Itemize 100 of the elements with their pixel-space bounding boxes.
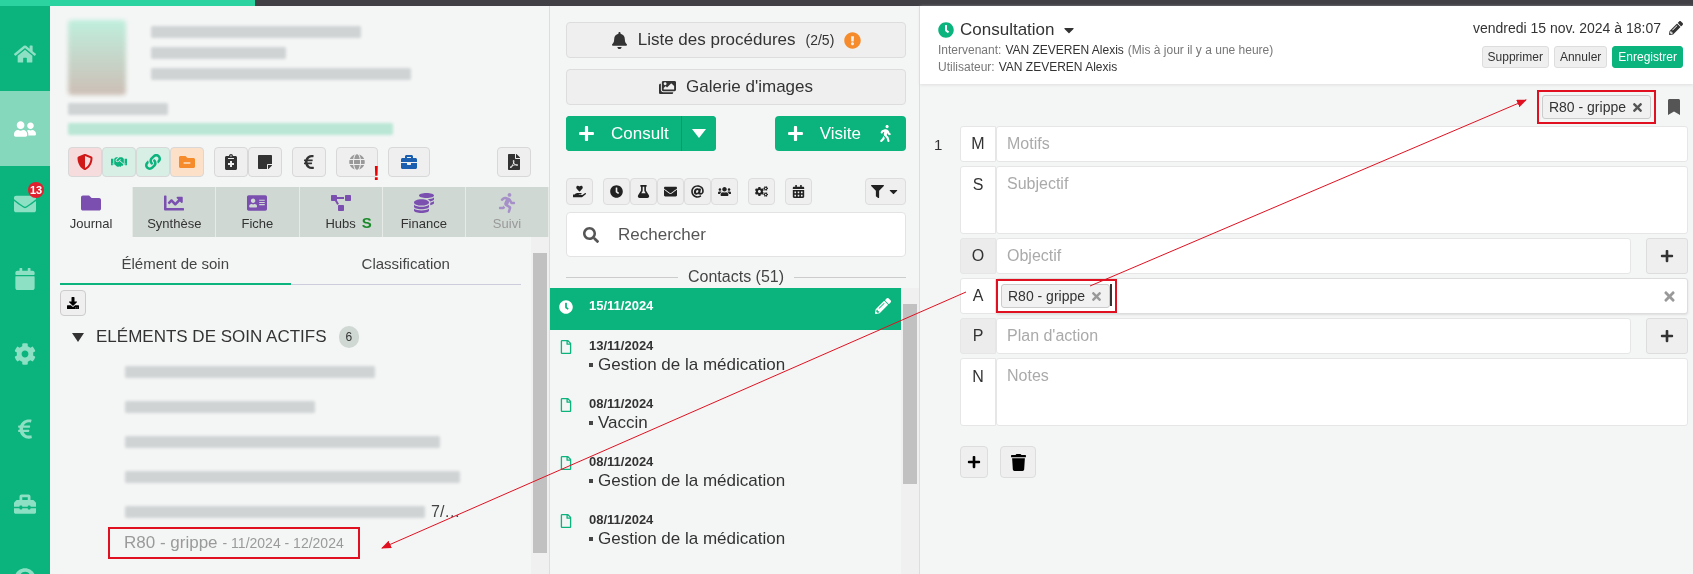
calendar-filter-button[interactable] <box>785 178 812 205</box>
soap-letter[interactable]: P <box>960 318 996 354</box>
file-icon <box>559 340 573 354</box>
contact-card-icon <box>247 193 268 213</box>
lab-filter-button[interactable] <box>630 178 657 205</box>
pdf-button[interactable] <box>497 147 531 177</box>
contact-item[interactable]: 08/11/2024 Gestion de la médication <box>550 446 901 504</box>
procedures-button[interactable]: Liste des procédures (2/5) <box>566 22 906 58</box>
diagnosis-tag[interactable]: R80 - grippe <box>1001 284 1111 308</box>
contact-date: 15/11/2024 <box>589 298 655 313</box>
settings-icon <box>755 185 768 198</box>
flask-icon <box>637 185 650 198</box>
meta-value: VAN ZEVEREN Alexis <box>1005 43 1124 57</box>
plus-icon <box>967 455 981 469</box>
search-icon <box>583 227 599 243</box>
plus-icon <box>1660 329 1674 343</box>
users-icon <box>718 185 731 198</box>
input-field[interactable]: Plan d'action <box>996 318 1631 354</box>
link-icon <box>145 154 161 170</box>
add-button[interactable] <box>960 446 988 478</box>
shield-icon <box>77 154 93 170</box>
consultation-date: vendredi 15 nov. 2024 à 18:07 <box>1472 20 1661 36</box>
clear-icon[interactable] <box>1662 288 1677 304</box>
section-heading: ELÉMENTS DE SOIN ACTIFS <box>96 327 327 347</box>
hand-heart-icon <box>573 185 586 198</box>
meta-value: VAN ZEVEREN Alexis <box>998 60 1118 74</box>
tab[interactable]: Élément de soin <box>60 243 291 285</box>
clipboard-icon <box>223 154 239 170</box>
email-filter-button[interactable] <box>684 178 711 205</box>
contact-title: Vaccin <box>598 413 648 433</box>
contact-date: 08/11/2024 <box>589 512 655 527</box>
soap-letter: A <box>960 278 996 314</box>
mail-filter-button[interactable] <box>657 178 684 205</box>
home-icon <box>14 42 36 65</box>
contact-title: Gestion de la médication <box>598 471 786 491</box>
input-field[interactable]: Objectif <box>996 238 1631 274</box>
tab[interactable]: Journal <box>50 187 134 237</box>
consultation-title[interactable]: Consultation <box>960 20 1055 40</box>
count-badge: 6 <box>338 326 360 348</box>
clipboard-button[interactable] <box>214 147 248 177</box>
clock-icon <box>938 22 954 38</box>
care-filter-button[interactable] <box>566 178 593 205</box>
plus-icon <box>578 125 595 142</box>
clock-icon <box>559 300 573 314</box>
team-filter-button[interactable] <box>711 178 738 205</box>
delete-button[interactable] <box>1000 446 1036 478</box>
pencil-icon[interactable] <box>1669 21 1683 35</box>
contact-item[interactable]: 08/11/2024 Vaccin <box>550 388 901 446</box>
clock-filter-button[interactable] <box>603 178 630 205</box>
warning-icon <box>844 31 862 49</box>
trash-icon <box>1009 453 1027 471</box>
chart-icon <box>164 193 185 213</box>
toolbox-icon <box>14 492 36 515</box>
plus-icon <box>1660 249 1674 263</box>
action-button[interactable]: Annuler <box>1553 46 1608 68</box>
bookmark-icon[interactable] <box>1666 99 1682 115</box>
bell-icon <box>610 31 628 49</box>
contact-date: 08/11/2024 <box>589 454 655 469</box>
add-button[interactable] <box>1646 238 1688 274</box>
images-icon <box>659 78 676 96</box>
bullet-icon <box>589 537 593 541</box>
folder-icon <box>179 154 195 170</box>
at-icon <box>691 185 704 198</box>
walking-icon <box>496 193 517 213</box>
filter-button[interactable] <box>865 178 906 205</box>
contact-item[interactable]: 08/11/2024 Gestion de la médication <box>550 504 901 562</box>
diagnosis-tag[interactable]: R80 - grippe <box>1541 95 1651 119</box>
settings-filter-button[interactable] <box>748 178 775 205</box>
calendar-icon <box>792 185 805 198</box>
contact-item[interactable]: 13/11/2024 Gestion de la médication <box>550 330 901 388</box>
walking-icon <box>877 125 894 142</box>
shield-button[interactable] <box>68 147 102 177</box>
gallery-button[interactable]: Galerie d'images <box>566 69 906 105</box>
status-letter: S <box>361 214 372 231</box>
briefcase-icon <box>401 154 417 170</box>
section-number: 1 <box>934 135 944 155</box>
note-button[interactable] <box>248 147 282 177</box>
text-area[interactable]: Subjectif <box>996 166 1688 234</box>
note-icon <box>257 154 273 170</box>
globe-icon <box>349 154 365 170</box>
search-field[interactable]: Rechercher <box>566 212 906 257</box>
euro-button[interactable] <box>292 147 326 177</box>
download-icon <box>67 297 79 309</box>
briefcase-button[interactable] <box>388 147 430 177</box>
count-badge: 13 <box>28 182 45 198</box>
text-area[interactable]: Notes <box>996 358 1688 426</box>
file-icon <box>559 514 573 528</box>
input-field[interactable]: Motifs <box>996 126 1688 162</box>
triangle-icon[interactable] <box>72 332 84 342</box>
plus-icon <box>786 125 804 142</box>
soap-letter[interactable]: O <box>960 238 996 274</box>
close-icon[interactable] <box>1631 100 1644 114</box>
action-button[interactable]: Supprimer <box>1481 46 1549 68</box>
tab[interactable]: Classification <box>290 243 521 285</box>
bullet-icon <box>589 363 593 367</box>
contact-title: Gestion de la médication <box>598 355 786 375</box>
add-button[interactable] <box>1646 318 1688 354</box>
nav-item[interactable]: 13 <box>0 166 50 241</box>
tag-field[interactable]: R80 - grippe <box>996 278 1688 314</box>
collapse-button[interactable] <box>60 290 86 316</box>
